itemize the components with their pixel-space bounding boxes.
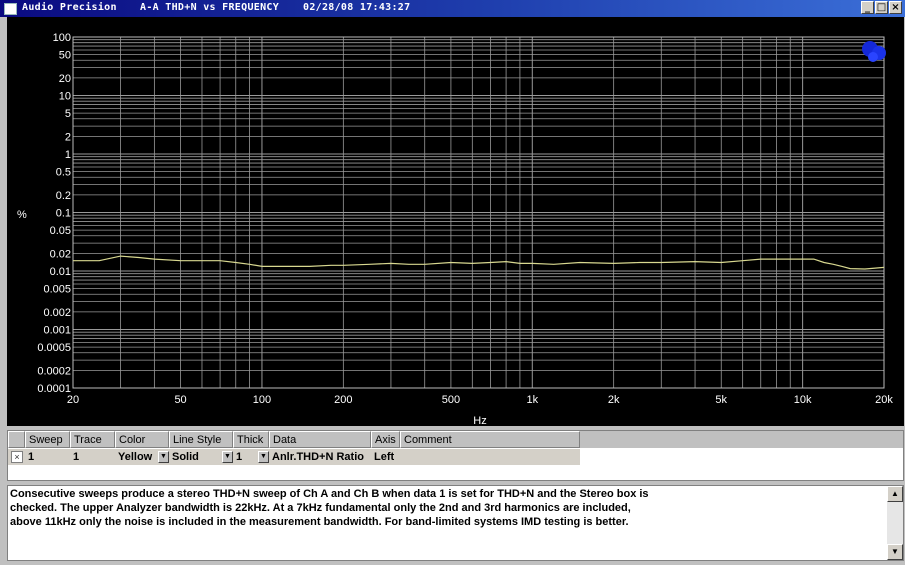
x-tick-labels: 20 50 100 200 500 1k 2k 5k 10k 20k <box>67 394 893 406</box>
comment-line-1: Consecutive sweeps produce a stereo THD+… <box>10 488 649 500</box>
y-tick-label: 0.2 <box>56 190 71 202</box>
header-sweep[interactable]: Sweep <box>25 431 70 448</box>
y-tick-label: 0.001 <box>43 325 71 337</box>
header-axis[interactable]: Axis <box>371 431 400 448</box>
y-tick-label: 0.01 <box>50 266 71 278</box>
x-tick-label: 20k <box>875 394 893 406</box>
scroll-down-icon[interactable]: ▼ <box>887 544 903 560</box>
y-tick-label: 2 <box>65 131 71 143</box>
x-tick-label: 200 <box>334 394 352 406</box>
ap-logo <box>862 41 886 62</box>
comment-text[interactable]: Consecutive sweeps produce a stereo THD+… <box>10 487 880 529</box>
cell-thick[interactable]: 1 <box>233 449 258 465</box>
y-tick-label: 0.002 <box>43 307 71 319</box>
y-tick-label: 20 <box>59 73 71 85</box>
trace-table: Sweep Trace Color Line Style Thick Data … <box>7 430 904 481</box>
comment-line-3: above 11kHz only the noise is included i… <box>10 516 629 528</box>
app-title: Audio Precision <box>22 2 117 13</box>
color-dropdown-icon[interactable]: ▼ <box>158 451 169 463</box>
y-tick-label: 0.1 <box>56 208 71 220</box>
title-bar: Audio Precision A-A THD+N vs FREQUENCY 0… <box>0 0 905 17</box>
cell-axis[interactable]: Left <box>371 449 400 465</box>
x-axis-label: Hz <box>473 415 486 426</box>
y-tick-label: 1 <box>65 149 71 161</box>
cell-trace[interactable]: 1 <box>70 449 115 465</box>
window-title: A-A THD+N vs FREQUENCY <box>140 2 280 13</box>
minimize-button[interactable]: _ <box>861 1 874 14</box>
y-tick-label: 0.02 <box>50 248 71 260</box>
x-tick-label: 50 <box>174 394 186 406</box>
thick-dropdown-icon[interactable]: ▼ <box>258 451 269 463</box>
y-tick-labels: 100 50 20 10 5 2 1 0.5 0.2 0.1 0.05 0.02 0.01 0.005 0.… <box>37 32 71 395</box>
y-tick-label: 10 <box>59 91 71 103</box>
y-tick-label: 100 <box>53 32 71 44</box>
window-timestamp: 02/28/08 17:43:27 <box>303 2 411 13</box>
series-group <box>73 255 885 270</box>
cell-sweep[interactable]: 1 <box>25 449 70 465</box>
comment-box[interactable]: Consecutive sweeps produce a stereo THD+… <box>7 485 904 561</box>
app-icon <box>4 3 17 15</box>
cell-color[interactable]: Yellow <box>115 449 158 465</box>
header-line-style[interactable]: Line Style <box>169 431 233 448</box>
maximize-button[interactable]: □ <box>875 1 888 14</box>
y-tick-label: 0.0002 <box>37 365 71 377</box>
y-tick-label: 5 <box>65 108 71 120</box>
y-tick-label: 0.005 <box>43 284 71 296</box>
cell-comment[interactable] <box>400 449 580 465</box>
x-tick-label: 500 <box>442 394 460 406</box>
header-trace[interactable]: Trace <box>70 431 115 448</box>
close-button[interactable]: × <box>889 1 902 14</box>
x-tick-label: 2k <box>608 394 620 406</box>
y-tick-label: 0.05 <box>50 225 71 237</box>
x-tick-label: 10k <box>794 394 812 406</box>
header-data[interactable]: Data <box>269 431 371 448</box>
cell-line-style[interactable]: Solid <box>169 449 222 465</box>
table-row[interactable]: × 1 1 Yellow ▼ Solid ▼ 1 ▼ Anlr.THD+N Ra… <box>8 449 580 465</box>
x-tick-label: 20 <box>67 394 79 406</box>
thd-n-chart: 100 50 20 10 5 2 1 0.5 0.2 0.1 0.05 0.02 0.01 0.005 0.… <box>17 32 893 427</box>
header-thick[interactable]: Thick <box>233 431 269 448</box>
series-line <box>73 255 885 270</box>
header-comment[interactable]: Comment <box>400 431 580 448</box>
y-axis-label: % <box>17 209 27 221</box>
comment-line-2: checked. The upper Analyzer bandwidth is… <box>10 502 631 514</box>
y-tick-label: 50 <box>59 50 71 62</box>
y-tick-label: 0.5 <box>56 167 71 179</box>
header-select <box>8 431 25 448</box>
x-tick-label: 1k <box>526 394 538 406</box>
gridlines <box>72 36 885 389</box>
header-color[interactable]: Color <box>115 431 169 448</box>
line-style-dropdown-icon[interactable]: ▼ <box>222 451 233 463</box>
plot-area: 100 50 20 10 5 2 1 0.5 0.2 0.1 0.05 0.02 0.01 0.005 0.… <box>7 17 904 427</box>
y-tick-label: 0.0005 <box>37 342 71 354</box>
comment-scrollbar[interactable]: ▲ ▼ <box>887 486 903 560</box>
cell-data[interactable]: Anlr.THD+N Ratio <box>269 449 371 465</box>
x-tick-label: 100 <box>253 394 271 406</box>
scroll-up-icon[interactable]: ▲ <box>887 486 903 502</box>
table-header: Sweep Trace Color Line Style Thick Data … <box>8 431 903 448</box>
x-tick-label: 5k <box>715 394 727 406</box>
row-checkbox[interactable]: × <box>11 451 23 463</box>
